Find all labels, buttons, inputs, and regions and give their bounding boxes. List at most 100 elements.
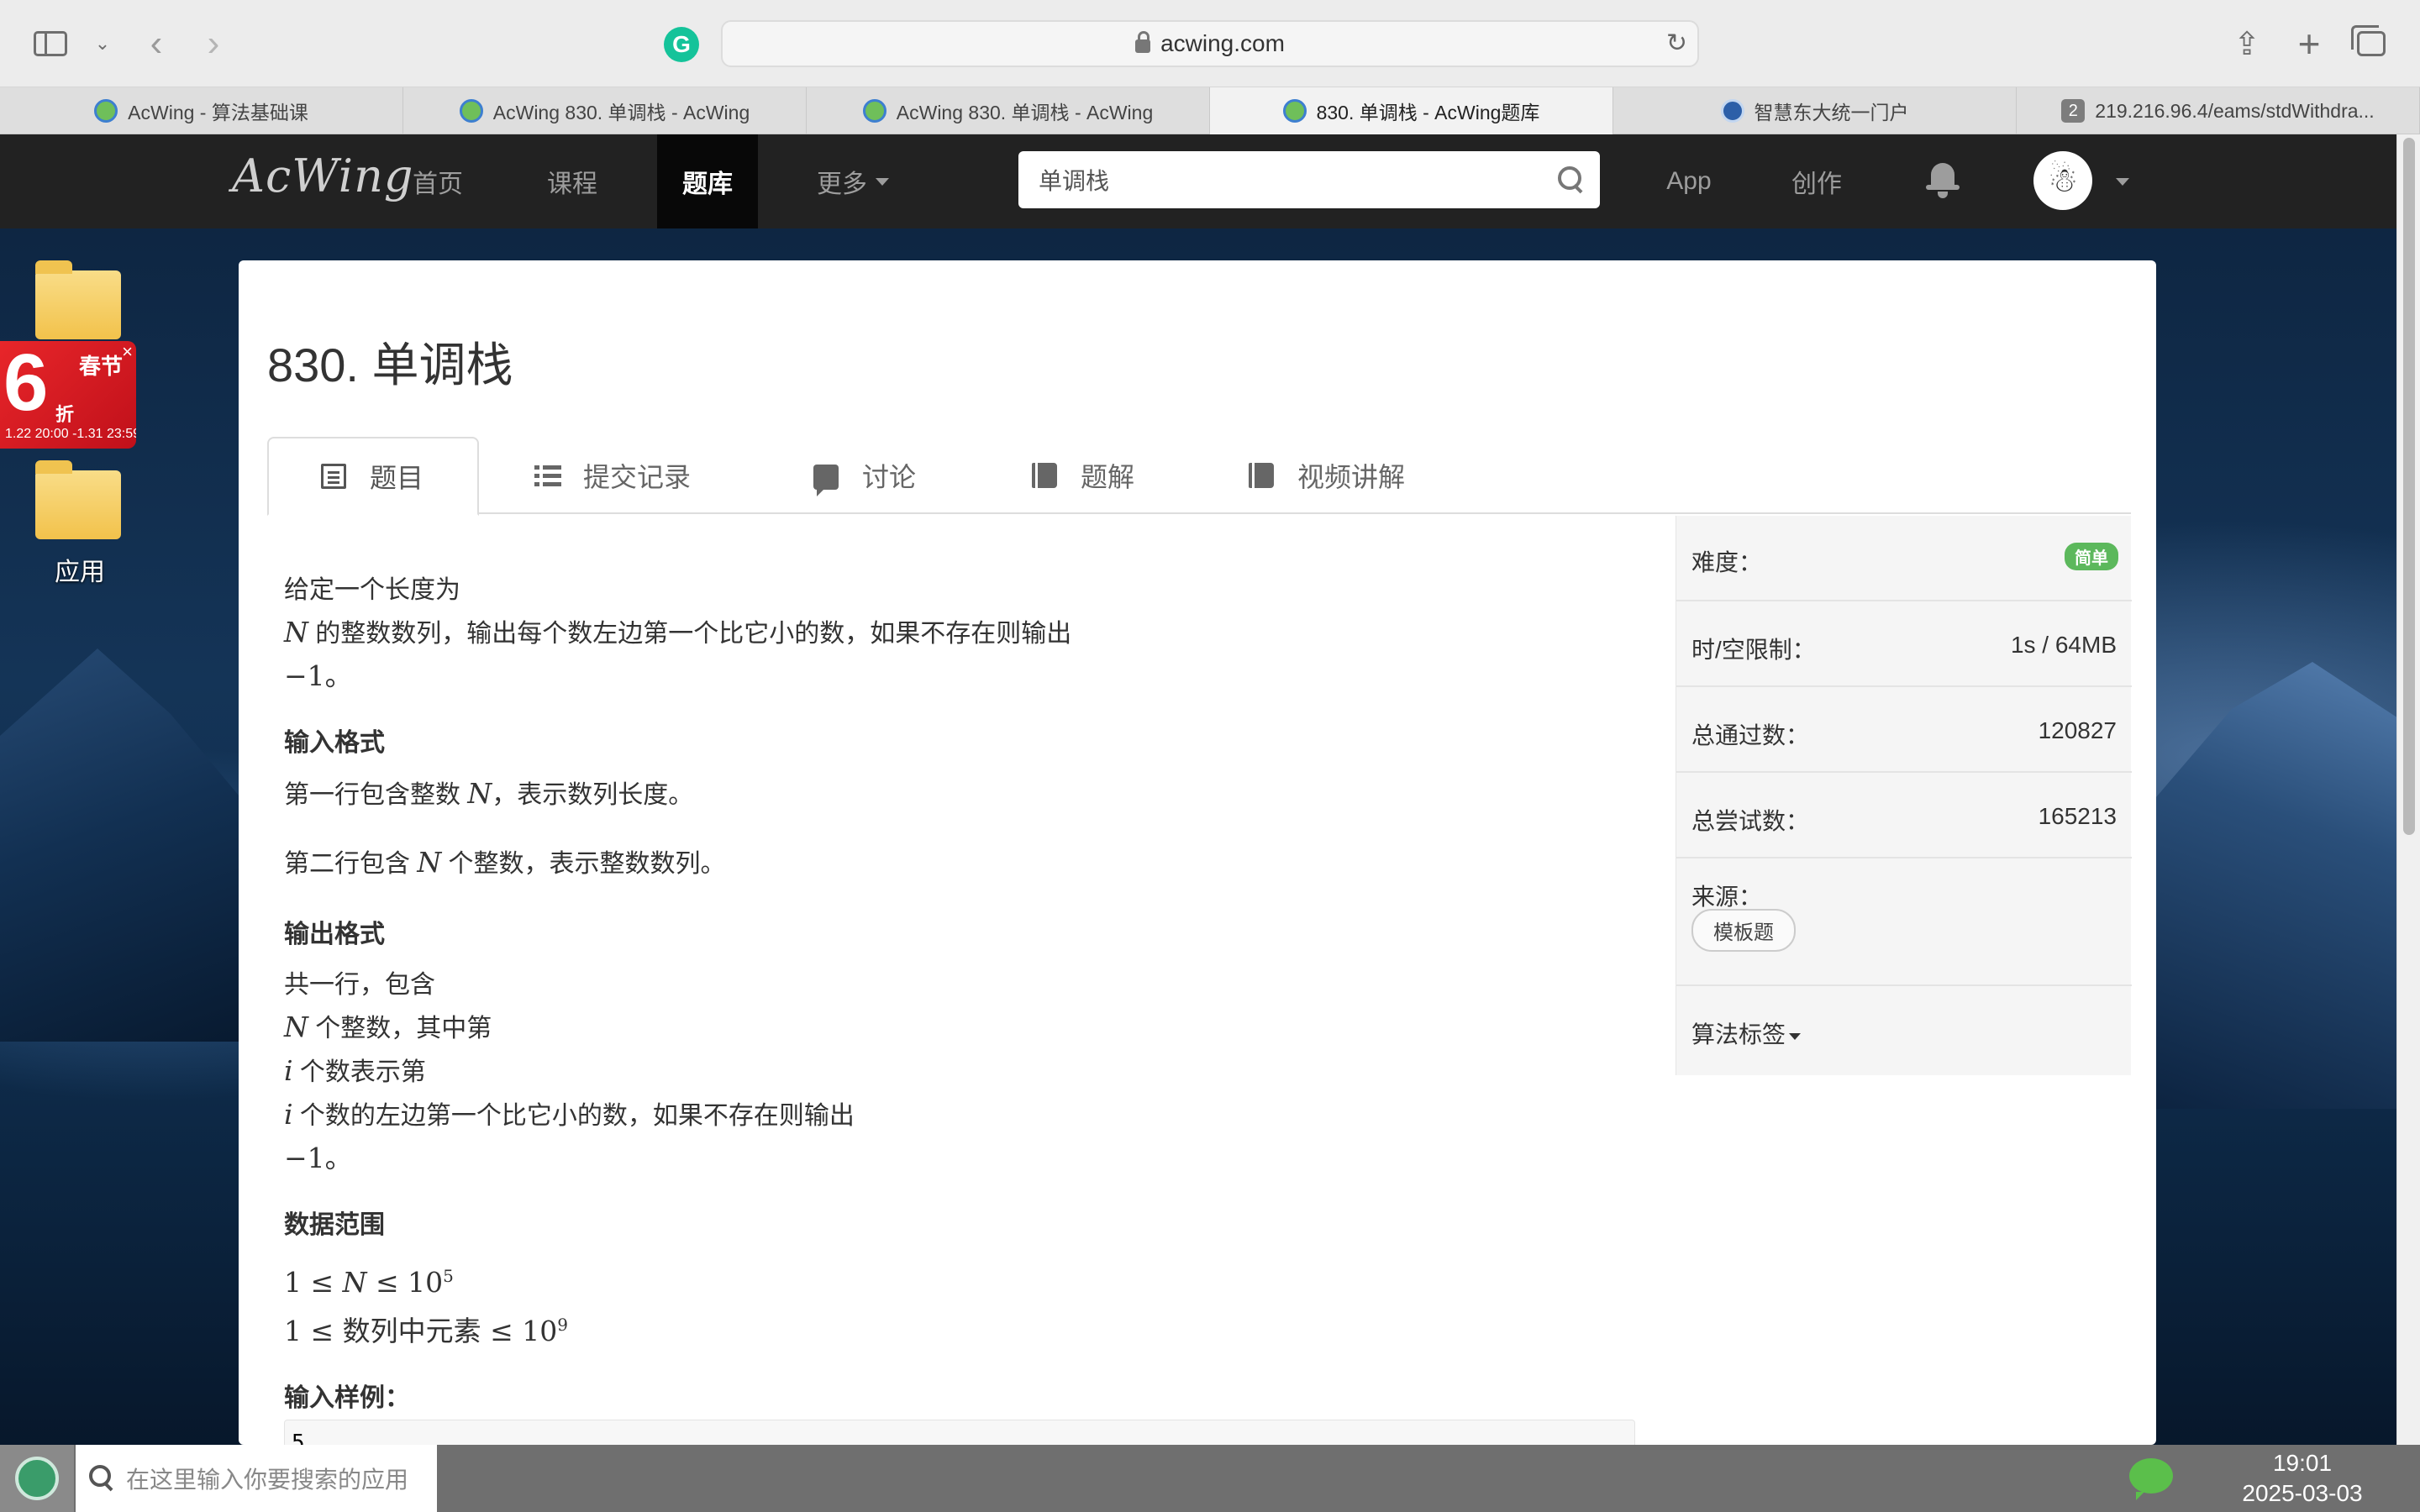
- search-icon[interactable]: [1558, 166, 1583, 192]
- output-format-heading: 输出格式: [284, 921, 385, 948]
- wechat-tray-icon[interactable]: [2129, 1458, 2173, 1500]
- taskbar: 在这里输入你要搜索的应用 19:01 2025-03-03: [0, 1445, 2420, 1512]
- share-icon[interactable]: ⇪: [2225, 22, 2269, 66]
- back-arrow-icon[interactable]: ‹: [134, 22, 178, 66]
- range-line: 1 ≤ 数列中元素 ≤ 109: [284, 1304, 1881, 1352]
- text: 个数的左边第一个比它小的数，如果不存在则输出: [292, 1102, 855, 1130]
- tab-discussion[interactable]: 讨论: [813, 437, 916, 514]
- browser-tab-active[interactable]: 830. 单调栈 - AcWing题库: [1210, 87, 1613, 134]
- range-line: 1 ≤ N ≤ 105: [284, 1255, 1881, 1304]
- tab-label: 提交记录: [583, 462, 692, 492]
- close-icon[interactable]: ×: [122, 341, 133, 363]
- math-var: i: [284, 1098, 293, 1131]
- browser-tab[interactable]: 2 219.216.96.4/eams/stdWithdra...: [2017, 87, 2420, 134]
- tab-label: AcWing 830. 单调栈 - AcWing: [492, 102, 750, 123]
- tab-label: 219.216.96.4/eams/stdWithdra...: [2095, 99, 2375, 122]
- info-difficulty: 难度： 简单: [1676, 516, 2132, 601]
- promo-widget[interactable]: 6 春节 折 1.22 20:00 -1.31 23:59 ×: [0, 341, 136, 449]
- acwing-favicon-icon: [862, 99, 886, 123]
- desktop-folder-icon[interactable]: [35, 260, 121, 339]
- nav-problems[interactable]: 题库: [657, 134, 758, 228]
- math-var: N: [467, 777, 492, 810]
- scrollbar-thumb[interactable]: [2403, 138, 2415, 835]
- info-key: 难度：: [1691, 549, 1763, 575]
- nav-app[interactable]: App: [1647, 134, 1731, 228]
- page-scrollbar[interactable]: [2396, 134, 2420, 1445]
- promo-dates: 1.22 20:00 -1.31 23:59: [5, 427, 136, 441]
- output-line: i 个数表示第: [284, 1050, 1881, 1094]
- info-key: 总尝试数：: [1691, 808, 1810, 834]
- browser-tab[interactable]: AcWing 830. 单调栈 - AcWing: [403, 87, 807, 134]
- address-bar[interactable]: acwing.com ↻: [721, 20, 1699, 67]
- promo-number: 6: [3, 341, 49, 428]
- browser-tab[interactable]: AcWing 830. 单调栈 - AcWing: [807, 87, 1210, 134]
- input-line: 第一行包含整数 N，表示数列长度。: [284, 773, 1881, 816]
- problem-tabs: 题目 提交记录 讨论 题解 视频讲解: [267, 437, 2131, 516]
- nav-create[interactable]: 创作: [1775, 134, 1859, 228]
- nav-courses[interactable]: 课程: [526, 134, 618, 228]
- grammarly-extension-icon[interactable]: G: [664, 27, 699, 62]
- tab-label: 题目: [370, 463, 424, 493]
- output-line: i 个数的左边第一个比它小的数，如果不存在则输出: [284, 1094, 1881, 1137]
- avatar[interactable]: ☃: [2033, 151, 2092, 210]
- problem-info-panel: 难度： 简单 时/空限制： 1s / 64MB 总通过数： 120827 总尝试…: [1676, 516, 2132, 1075]
- clock-date: 2025-03-03: [2242, 1480, 2363, 1506]
- tab-submissions[interactable]: 提交记录: [534, 437, 691, 514]
- text: 第一行包含整数: [284, 781, 468, 809]
- math-var: N: [284, 616, 308, 648]
- chevron-down-icon[interactable]: ⌄: [81, 22, 124, 66]
- acwing-favicon-icon: [94, 99, 118, 123]
- tab-label: 视频讲解: [1297, 462, 1406, 492]
- tab-label: 讨论: [862, 462, 917, 492]
- promo-discount: 折: [55, 404, 75, 425]
- tab-overview-icon[interactable]: [2349, 22, 2393, 66]
- search-input[interactable]: [1039, 166, 1543, 193]
- acwing-logo[interactable]: AcWing: [232, 150, 413, 202]
- sample-input-heading: 输入样例：: [284, 1384, 410, 1412]
- lock-icon: [1135, 31, 1151, 53]
- info-tags[interactable]: 算法标签: [1676, 986, 2132, 1075]
- output-line: −1。: [284, 1142, 353, 1174]
- new-tab-icon[interactable]: +: [2287, 22, 2331, 66]
- tab-label: 智慧东大统一门户: [1754, 102, 1909, 123]
- caret-down-icon[interactable]: [2107, 175, 2129, 190]
- taskbar-search[interactable]: 在这里输入你要搜索的应用: [76, 1445, 437, 1512]
- sidebar-toggle-icon[interactable]: [29, 22, 72, 66]
- acwing-favicon-icon: [459, 99, 483, 123]
- desktop-folder-label: 应用: [55, 559, 105, 586]
- text: ，表示数列长度。: [492, 781, 694, 809]
- info-key: 来源：: [1691, 884, 1763, 910]
- browser-toolbar: ⌄ ‹ › G acwing.com ↻ ⇪ +: [0, 0, 2420, 87]
- desktop-folder-apps-icon[interactable]: [35, 460, 121, 539]
- info-value: 120827: [2038, 717, 2117, 743]
- tab-video[interactable]: 视频讲解: [1249, 437, 1405, 514]
- desc-line: −1。: [284, 659, 353, 692]
- source-tag[interactable]: 模板题: [1691, 909, 1796, 952]
- system-clock[interactable]: 19:01 2025-03-03: [2218, 1448, 2386, 1509]
- tab-label: 题解: [1081, 462, 1135, 492]
- tab-problem[interactable]: 题目: [267, 437, 479, 516]
- nav-more[interactable]: 更多: [798, 134, 908, 228]
- browser-tab[interactable]: 智慧东大统一门户: [1613, 87, 2017, 134]
- tab-solutions[interactable]: 题解: [1032, 437, 1134, 514]
- tags-toggle[interactable]: 算法标签: [1691, 1016, 1802, 1050]
- site-navbar: AcWing 首页 课程 题库 更多 App 创作 ☃: [0, 134, 2396, 228]
- list-icon: [321, 464, 346, 489]
- reload-icon[interactable]: ↻: [1666, 29, 1687, 58]
- taskbar-search-placeholder: 在这里输入你要搜索的应用: [126, 1467, 409, 1493]
- search-icon: [89, 1465, 114, 1490]
- forward-arrow-icon[interactable]: ›: [192, 22, 235, 66]
- text: 个整数，表示整数数列。: [441, 850, 726, 878]
- nav-home[interactable]: 首页: [392, 134, 484, 228]
- bell-icon[interactable]: [1926, 160, 1960, 200]
- caret-down-icon: [1789, 1032, 1802, 1040]
- info-value: 165213: [2038, 803, 2117, 829]
- site-search: [1018, 151, 1600, 208]
- desc-line: 给定一个长度为: [284, 576, 460, 604]
- tab-label: AcWing - 算法基础课: [128, 102, 308, 123]
- start-button[interactable]: [0, 1445, 74, 1512]
- browser-tab[interactable]: AcWing - 算法基础课: [0, 87, 403, 134]
- caret-down-icon: [876, 177, 889, 186]
- book-icon: [1249, 463, 1274, 488]
- info-key: 总通过数：: [1691, 722, 1810, 748]
